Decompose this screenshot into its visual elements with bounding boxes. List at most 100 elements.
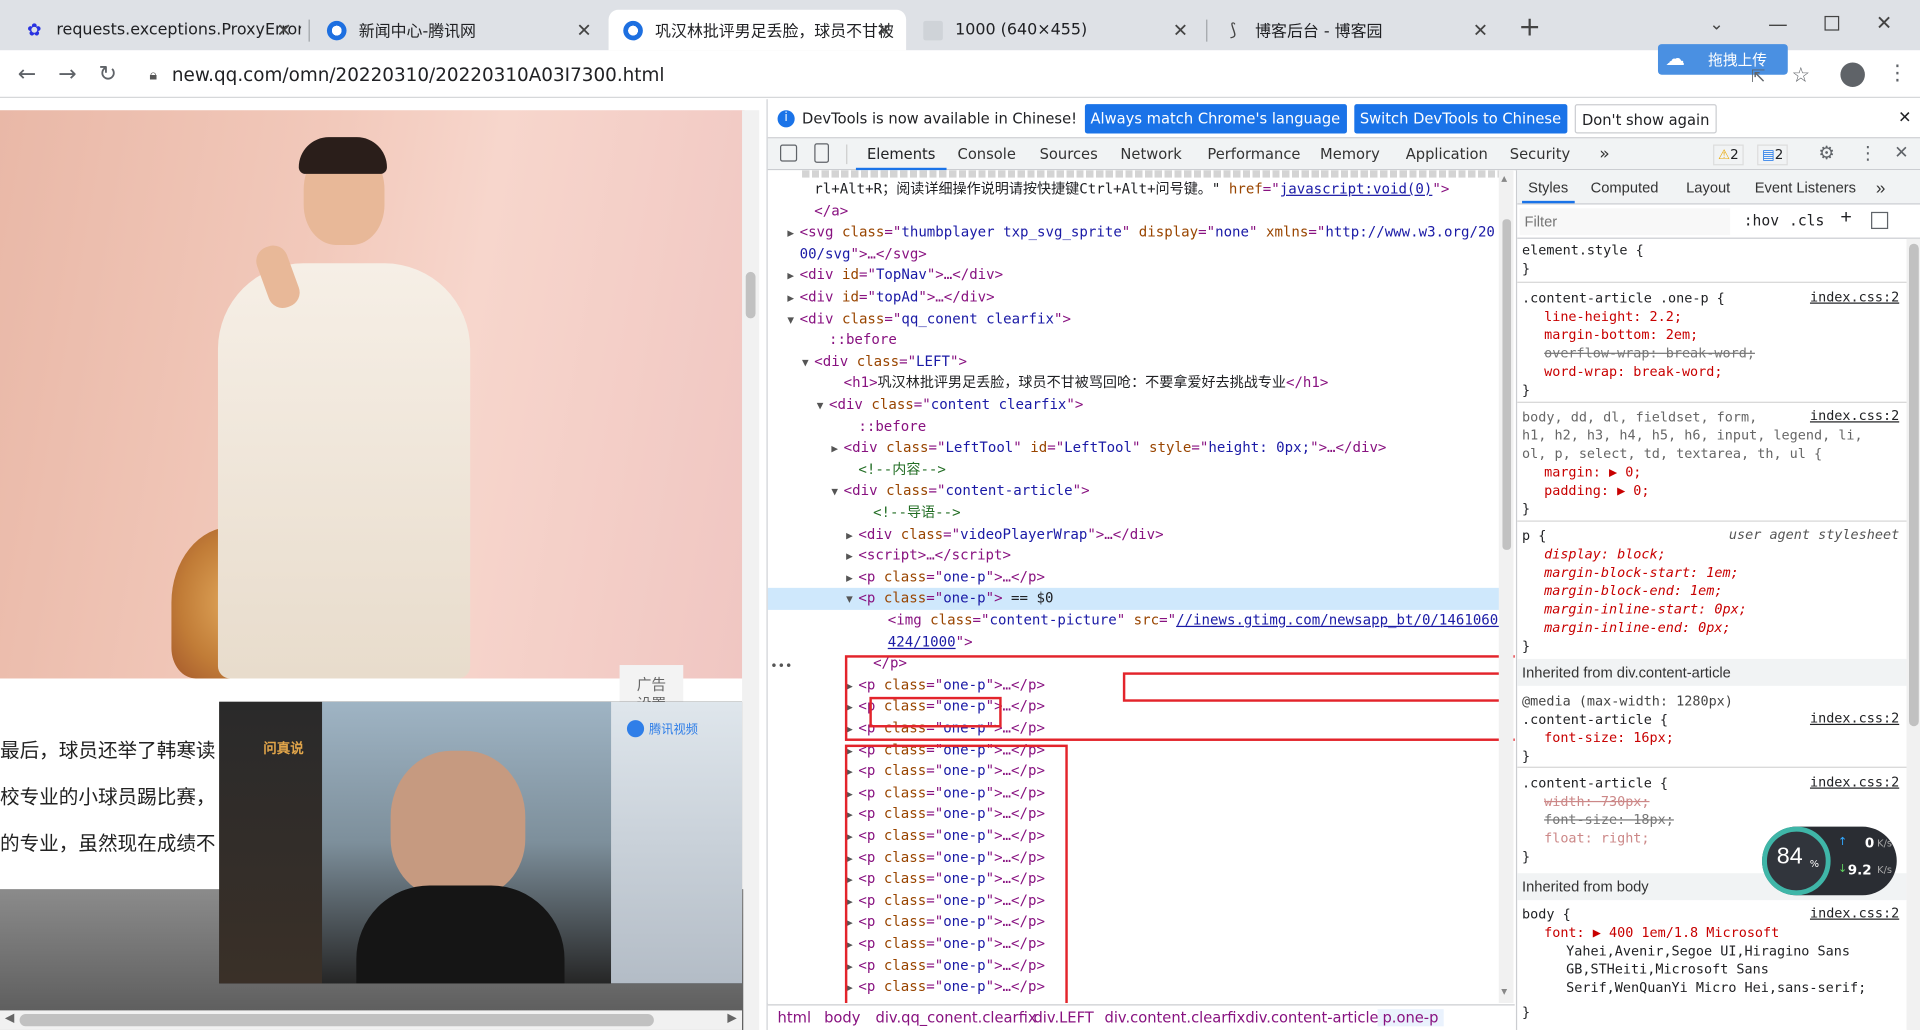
stylesheet-link[interactable]: index.css:2 [1810,289,1899,305]
more-menu-icon[interactable]: ⋮ [1887,61,1908,85]
settings-gear-icon[interactable]: ⚙ [1818,142,1834,164]
back-arrow-icon[interactable]: ← [10,58,44,92]
dom-node-line[interactable]: ::before [768,330,1500,352]
url-text[interactable]: new.qq.com/omn/20220310/20220310A03I7300… [172,64,665,86]
dom-node-line[interactable]: ▶ <script>…</script> [768,545,1500,567]
dom-node-line[interactable]: ▶ <div class="LeftTool" id="LeftTool" sty… [768,437,1500,459]
breadcrumb-html[interactable]: html [778,1009,811,1026]
stylesheet-link[interactable]: index.css:2 [1810,408,1899,424]
stylesheet-link[interactable]: index.css:2 [1810,905,1899,921]
dom-node-line[interactable]: ▼ <div class="content clearfix"> [768,394,1500,416]
share-icon[interactable]: ⇱ [1751,67,1765,87]
tab-current-article[interactable]: 巩汉林批评男足丢脸，球员不甘被 ✕ [608,9,907,51]
styles-tab[interactable]: Styles [1522,170,1575,204]
dom-node-line[interactable]: ▼ <p class="one-p"> == $0 [767,588,1501,610]
tab-console[interactable]: Console [958,138,1016,170]
close-tab-icon[interactable]: ✕ [1171,20,1191,42]
forward-arrow-icon[interactable]: → [50,58,84,92]
scroll-right-icon[interactable]: ▶ [727,1012,736,1025]
breadcrumb-qq-conent[interactable]: div.qq_conent.clearfix [876,1009,1037,1026]
reload-icon[interactable]: ↻ [91,58,125,92]
tab-performance[interactable]: Performance [1207,138,1300,170]
dom-node-line[interactable]: <h1>巩汉林批评男足丢脸，球员不甘被骂回呛：不要拿爱好去挑战专业</h1> [768,373,1500,395]
dom-node-line[interactable]: </a> [768,200,1500,222]
breadcrumb-one-p[interactable]: p.one-p [1377,1009,1444,1027]
cls-toggle[interactable]: .cls [1789,212,1824,229]
tab-search-chevron-icon[interactable]: ⌄ [1709,15,1723,35]
dom-node-line[interactable]: ▶ <div id="TopNav">…</div> [768,265,1500,287]
scroll-left-icon[interactable]: ◀ [5,1012,14,1025]
floating-video-player[interactable]: 问真说 腾讯视频 [219,701,743,984]
breadcrumb-left[interactable]: div.LEFT [1033,1009,1093,1026]
tab-sources[interactable]: Sources [1040,138,1098,170]
breadcrumb-content-article[interactable]: div.content-article [1245,1009,1378,1026]
event-listeners-tab[interactable]: Event Listeners [1755,170,1856,204]
styles-filter-input[interactable] [1519,208,1731,236]
tab-qq-news[interactable]: 新闻中心-腾讯网 ✕ [312,10,606,50]
breadcrumb-body[interactable]: body [824,1009,860,1026]
close-window-icon[interactable]: ✕ [1876,11,1892,34]
scrollbar-thumb[interactable] [745,271,756,319]
tab-security[interactable]: Security [1510,138,1570,170]
new-style-rule-icon[interactable]: + [1840,207,1851,229]
messages-badge[interactable]: ▤2 [1757,144,1789,166]
ad-badge[interactable]: 广告 设置 [619,665,684,707]
dom-node-line[interactable]: ▶ <svg class="thumbplayer txp_svg_sprite"… [768,222,1500,244]
device-toolbar-icon[interactable] [814,143,829,163]
computed-tab[interactable]: Computed [1591,170,1659,204]
new-tab-icon[interactable]: + [1518,12,1541,43]
dom-node-line[interactable]: <img class="content-picture" src="//inew… [768,610,1507,632]
dom-node-line[interactable]: ::before [768,416,1500,438]
dom-node-line[interactable]: <!--导语--> [768,502,1500,524]
dom-node-line[interactable]: <!--内容--> [768,459,1500,481]
stylesheet-link[interactable]: index.css:2 [1810,710,1899,726]
tab-image[interactable]: 1000 (640×455) ✕ [909,10,1203,50]
dont-show-again-button[interactable]: Don't show again [1574,103,1717,133]
profile-avatar-icon[interactable] [1840,62,1865,87]
close-devtools-icon[interactable]: ✕ [1894,143,1908,163]
dom-node-line[interactable]: rl+Alt+R；阅读详细操作说明请按快捷键Ctrl+Alt+问号键。" hre… [768,179,1500,201]
inspect-element-icon[interactable] [780,144,798,162]
close-tab-icon[interactable]: ✕ [1471,20,1491,42]
dom-node-line[interactable]: 00/svg">…</svg> [768,243,1500,265]
tab-network[interactable]: Network [1120,138,1181,170]
dom-node-line[interactable]: ▼ <div class="LEFT"> [768,351,1500,373]
bookmark-star-icon[interactable]: ☆ [1791,64,1810,88]
styles-more-tabs[interactable]: » [1876,170,1886,204]
more-tabs-button[interactable]: » [1599,138,1610,170]
switch-to-chinese-button[interactable]: Switch DevTools to Chinese [1353,103,1568,133]
devtools-menu-icon[interactable]: ⋮ [1859,142,1877,164]
dom-node-line[interactable]: ▼ <div class="qq_conent clearfix"> [768,308,1500,330]
minimize-icon[interactable]: — [1768,12,1788,35]
tab-application[interactable]: Application [1406,138,1488,170]
maximize-icon[interactable] [1824,15,1840,31]
address-bar[interactable]: 🔒︎ new.qq.com/omn/20220310/20220310A03I7… [137,55,1644,95]
layout-tab[interactable]: Layout [1686,170,1730,204]
tab-cnblogs[interactable]: ⟆ 博客后台 - 博客园 ✕ [1209,10,1503,50]
hov-toggle[interactable]: :hov [1744,212,1779,229]
node-ellipsis-icon[interactable]: ••• [770,660,792,673]
tab-proxy-error[interactable]: ✿ requests.exceptions.ProxyError ✕ [10,10,301,50]
upload-extension-button[interactable]: ☁ 拖拽上传 [1657,44,1788,75]
breadcrumb-content[interactable]: div.content.clearfix [1104,1009,1245,1026]
dom-node-line[interactable]: ▼ <div class="content-article"> [768,481,1500,503]
close-infobar-icon[interactable]: ✕ [1898,109,1911,127]
dom-node-line[interactable]: ▶ <div id="topAd">…</div> [768,287,1500,309]
tab-elements[interactable]: Elements [855,138,947,171]
network-speed-widget[interactable]: 84 % ↑ 0 K/s ↓ 9.2 K/s [1762,826,1897,896]
dom-node-line[interactable]: 424/1000"> [768,631,1500,653]
close-tab-icon[interactable]: ✕ [574,20,594,42]
styles-scrollbar[interactable] [1906,238,1920,1030]
styles-scroll-thumb[interactable] [1908,243,1919,727]
horizontal-scrollbar[interactable]: ◀ ▶ [0,1010,743,1030]
elements-scroll-thumb[interactable] [1502,219,1512,550]
warnings-badge[interactable]: ⚠2 [1713,144,1744,166]
elements-scrollbar[interactable]: ▲ ▼ [1498,170,1514,1004]
stylesheet-link[interactable]: index.css:2 [1810,774,1899,790]
close-tab-icon[interactable]: ✕ [274,20,294,42]
toggle-sidebar-icon[interactable] [1871,211,1889,230]
elements-dom-tree[interactable]: rl+Alt+R；阅读详细操作说明请按快捷键Ctrl+Alt+问号键。" hre… [767,170,1515,1004]
dom-node-line[interactable]: ▶ <p class="one-p">…</p> [768,567,1500,589]
tab-memory[interactable]: Memory [1320,138,1380,170]
page-scrollbar[interactable] [742,110,760,1030]
